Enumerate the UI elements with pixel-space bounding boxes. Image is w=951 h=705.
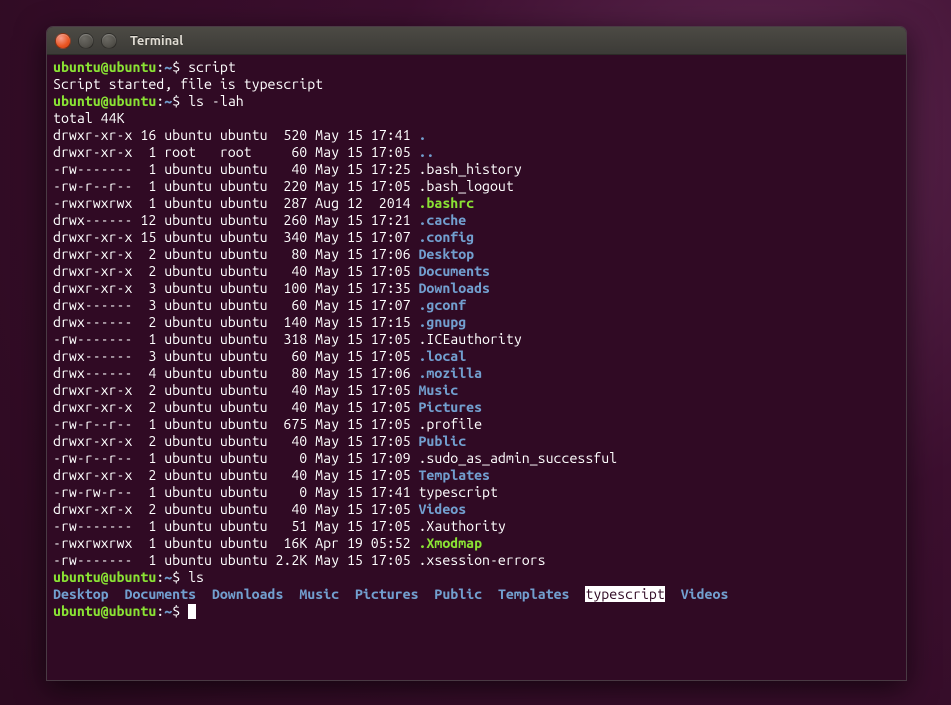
ls-row: -rw------- 1 ubuntu ubuntu 40 May 15 17:…: [53, 161, 522, 177]
file-name: .local: [418, 348, 466, 364]
prompt-user: ubuntu@ubuntu: [53, 569, 156, 585]
file-name: Downloads: [418, 280, 490, 296]
prompt-sym: $: [172, 603, 188, 619]
file-name: .cache: [418, 212, 466, 228]
file-name: Documents: [418, 263, 490, 279]
ls-row: drwxr-xr-x 2 ubuntu ubuntu 40 May 15 17:…: [53, 399, 482, 415]
cursor: [188, 604, 196, 619]
file-name: .ICEauthority: [418, 331, 521, 347]
window-title: Terminal: [130, 34, 183, 48]
file-name: .: [418, 127, 426, 143]
titlebar[interactable]: Terminal: [47, 27, 906, 55]
ls-row: -rw-r--r-- 1 ubuntu ubuntu 0 May 15 17:0…: [53, 450, 617, 466]
ls-row: -rw------- 1 ubuntu ubuntu 2.2K May 15 1…: [53, 552, 546, 568]
prompt-user: ubuntu@ubuntu: [53, 93, 156, 109]
file-name: Pictures: [418, 399, 482, 415]
prompt-path: ~: [164, 93, 172, 109]
file-name: .bashrc: [418, 195, 474, 211]
ls-row: drwxr-xr-x 3 ubuntu ubuntu 100 May 15 17…: [53, 280, 490, 296]
file-name: Documents: [125, 586, 197, 602]
ls-row: -rw-r--r-- 1 ubuntu ubuntu 675 May 15 17…: [53, 416, 482, 432]
prompt-path: ~: [164, 603, 172, 619]
ls-row: drwx------ 3 ubuntu ubuntu 60 May 15 17:…: [53, 348, 466, 364]
file-name: Downloads: [212, 586, 284, 602]
ls-row: drwxr-xr-x 2 ubuntu ubuntu 40 May 15 17:…: [53, 263, 490, 279]
file-name: typescript: [418, 484, 497, 500]
file-name: .Xauthority: [418, 518, 505, 534]
file-name: .bash_logout: [418, 178, 513, 194]
file-name: .Xmodmap: [418, 535, 482, 551]
file-name: .profile: [418, 416, 482, 432]
file-name: Public: [418, 433, 466, 449]
ls-row: drwxr-xr-x 2 ubuntu ubuntu 40 May 15 17:…: [53, 433, 466, 449]
ls-row: -rw------- 1 ubuntu ubuntu 318 May 15 17…: [53, 331, 522, 347]
output-line: Script started, file is typescript: [53, 76, 323, 92]
file-name: .gconf: [418, 297, 466, 313]
file-name: .sudo_as_admin_successful: [418, 450, 617, 466]
ls-row: drwxr-xr-x 1 root root 60 May 15 17:05 .…: [53, 144, 434, 160]
prompt-user: ubuntu@ubuntu: [53, 59, 156, 75]
file-name: Public: [434, 586, 482, 602]
file-name: .bash_history: [418, 161, 521, 177]
file-name: Templates: [418, 467, 490, 483]
prompt-sym: $: [172, 59, 188, 75]
ls-row: -rwxrwxrwx 1 ubuntu ubuntu 287 Aug 12 20…: [53, 195, 474, 211]
file-name: .gnupg: [418, 314, 466, 330]
ls-row: Desktop Documents Downloads Music Pictur…: [53, 586, 728, 602]
ls-row: drwxr-xr-x 2 ubuntu ubuntu 40 May 15 17:…: [53, 467, 490, 483]
minimize-icon[interactable]: [78, 33, 94, 49]
file-name: Pictures: [355, 586, 419, 602]
file-name: Videos: [418, 501, 466, 517]
file-name: typescript: [585, 586, 664, 602]
prompt-path: ~: [164, 59, 172, 75]
cmd-text: script: [188, 59, 236, 75]
close-icon[interactable]: [55, 33, 71, 49]
file-name: Videos: [681, 586, 729, 602]
prompt-sym: $: [172, 569, 188, 585]
file-name: Desktop: [418, 246, 474, 262]
cmd-text: ls: [188, 569, 204, 585]
prompt-path: ~: [164, 569, 172, 585]
file-name: Desktop: [53, 586, 109, 602]
file-name: ..: [418, 144, 434, 160]
terminal-window: Terminal ubuntu@ubuntu:~$ script Script …: [46, 26, 907, 681]
cmd-text: ls -lah: [188, 93, 244, 109]
prompt-user: ubuntu@ubuntu: [53, 603, 156, 619]
ls-row: drwx------ 12 ubuntu ubuntu 260 May 15 1…: [53, 212, 466, 228]
ls-row: drwx------ 3 ubuntu ubuntu 60 May 15 17:…: [53, 297, 466, 313]
file-name: .xsession-errors: [418, 552, 545, 568]
maximize-icon[interactable]: [101, 33, 117, 49]
file-name: Music: [299, 586, 339, 602]
file-name: .mozilla: [418, 365, 482, 381]
output-line: total 44K: [53, 110, 125, 126]
ls-row: drwxr-xr-x 2 ubuntu ubuntu 40 May 15 17:…: [53, 382, 458, 398]
ls-row: drwxr-xr-x 15 ubuntu ubuntu 340 May 15 1…: [53, 229, 474, 245]
file-name: Music: [418, 382, 458, 398]
terminal-body[interactable]: ubuntu@ubuntu:~$ script Script started, …: [47, 55, 906, 624]
ls-row: drwxr-xr-x 2 ubuntu ubuntu 80 May 15 17:…: [53, 246, 474, 262]
file-name: .config: [418, 229, 474, 245]
file-name: Templates: [498, 586, 570, 602]
ls-row: drwxr-xr-x 2 ubuntu ubuntu 40 May 15 17:…: [53, 501, 466, 517]
prompt-sym: $: [172, 93, 188, 109]
ls-row: -rwxrwxrwx 1 ubuntu ubuntu 16K Apr 19 05…: [53, 535, 482, 551]
ls-row: drwxr-xr-x 16 ubuntu ubuntu 520 May 15 1…: [53, 127, 426, 143]
ls-row: drwx------ 2 ubuntu ubuntu 140 May 15 17…: [53, 314, 466, 330]
ls-row: -rw-rw-r-- 1 ubuntu ubuntu 0 May 15 17:4…: [53, 484, 498, 500]
ls-row: -rw-r--r-- 1 ubuntu ubuntu 220 May 15 17…: [53, 178, 514, 194]
ls-row: drwx------ 4 ubuntu ubuntu 80 May 15 17:…: [53, 365, 482, 381]
ls-row: -rw------- 1 ubuntu ubuntu 51 May 15 17:…: [53, 518, 506, 534]
